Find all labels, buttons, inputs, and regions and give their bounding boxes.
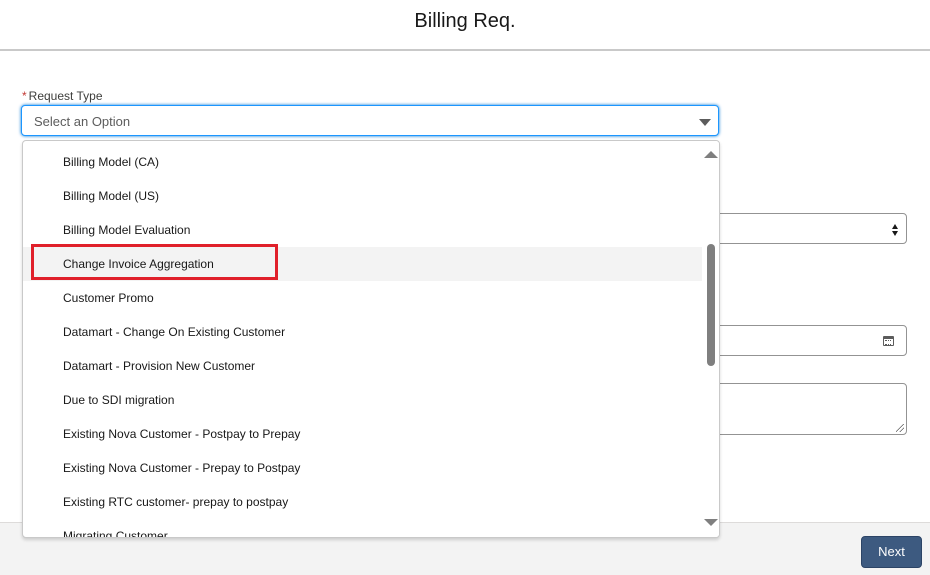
scrollbar-thumb[interactable] <box>707 244 715 366</box>
dropdown-option[interactable]: Existing RTC customer- prepay to postpay <box>23 485 703 519</box>
dropdown-option[interactable]: Billing Model Evaluation <box>23 213 703 247</box>
next-button[interactable]: Next <box>861 536 922 568</box>
request-type-label: * Request Type <box>22 89 103 103</box>
dropdown-scrollbar[interactable] <box>702 141 719 537</box>
picklist-field[interactable] <box>700 213 907 244</box>
date-field[interactable] <box>700 325 907 356</box>
scroll-up-icon[interactable] <box>704 151 718 158</box>
annotation-highlight-box <box>31 244 278 280</box>
description-textarea[interactable] <box>700 383 907 435</box>
dropdown-option[interactable]: Migrating Customer <box>23 519 703 537</box>
dropdown-option[interactable]: Existing Nova Customer - Postpay to Prep… <box>23 417 703 451</box>
dropdown-option[interactable]: Existing Nova Customer - Prepay to Postp… <box>23 451 703 485</box>
spin-down-icon <box>892 231 898 236</box>
dropdown-option[interactable]: Customer Promo <box>23 281 703 315</box>
page-title: Billing Req. <box>414 10 516 32</box>
request-type-dropdown[interactable]: Billing Model (CA) Billing Model (US) Bi… <box>22 140 720 538</box>
dropdown-option[interactable]: Billing Model (CA) <box>23 145 703 179</box>
page-header: Billing Req. <box>0 0 930 51</box>
dropdown-option[interactable]: Datamart - Change On Existing Customer <box>23 315 703 349</box>
chevron-down-icon[interactable] <box>699 119 711 126</box>
calendar-icon[interactable] <box>883 336 894 346</box>
request-type-label-text: Request Type <box>28 89 103 103</box>
dropdown-option[interactable]: Datamart - Provision New Customer <box>23 349 703 383</box>
scroll-down-icon[interactable] <box>704 519 718 526</box>
resize-handle-icon[interactable] <box>896 424 904 432</box>
spin-up-icon <box>892 224 898 229</box>
request-type-placeholder: Select an Option <box>34 114 131 129</box>
required-marker: * <box>22 89 27 103</box>
dropdown-option[interactable]: Due to SDI migration <box>23 383 703 417</box>
dropdown-option[interactable]: Billing Model (US) <box>23 179 703 213</box>
request-type-combobox[interactable]: Select an Option <box>21 105 719 136</box>
